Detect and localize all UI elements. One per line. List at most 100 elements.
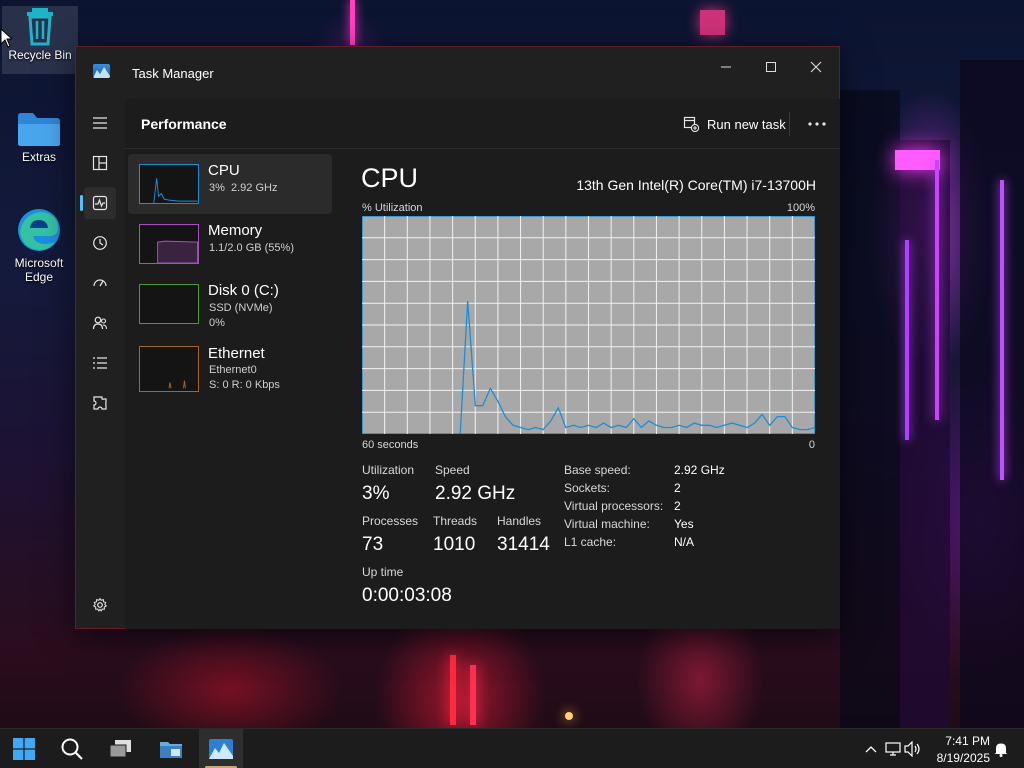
desktop-icon-label: Recycle Bin xyxy=(8,48,72,62)
nav-processes[interactable] xyxy=(84,147,116,179)
resource-detail: 1.1/2.0 GB (55%) xyxy=(209,242,294,254)
uptime-label: Up time xyxy=(362,565,404,579)
desktop-icon-microsoft-edge[interactable]: Microsoft Edge xyxy=(1,206,77,284)
spec-key: Virtual machine: xyxy=(564,517,650,531)
utilization-label: Utilization xyxy=(362,463,415,477)
resource-detail: SSD (NVMe) xyxy=(209,302,273,314)
bell-icon xyxy=(994,743,1008,757)
minimize-icon xyxy=(721,66,731,68)
spec-value: N/A xyxy=(674,535,695,549)
startup-icon xyxy=(93,279,107,287)
close-button[interactable] xyxy=(793,52,839,82)
cpu-utilization-graph xyxy=(362,216,815,434)
cpu-thumbnail-graph xyxy=(139,164,199,204)
cpu-title: CPU xyxy=(361,163,419,193)
task-manager-icon xyxy=(93,64,110,78)
resource-item-memory[interactable]: Memory 1.1/2.0 GB (55%) xyxy=(128,214,332,274)
content-header: Performance Run new task xyxy=(125,99,840,149)
spec-key: L1 cache: xyxy=(564,535,617,549)
volume-button[interactable] xyxy=(904,740,922,758)
nav-app-history[interactable] xyxy=(84,227,116,259)
nav-users[interactable] xyxy=(84,307,116,339)
file-explorer-button[interactable] xyxy=(149,729,193,768)
graph-y-max: 100% xyxy=(786,202,815,214)
resource-name: CPU xyxy=(208,162,240,179)
title-bar[interactable]: Task Manager xyxy=(76,47,839,99)
graph-x-end-label: 0 xyxy=(808,439,815,451)
task-manager-taskbar-button[interactable] xyxy=(199,729,243,768)
history-icon xyxy=(93,236,107,250)
desktop-icon-extras[interactable]: Extras xyxy=(1,110,77,164)
hamburger-icon xyxy=(93,117,107,129)
windows-start-icon xyxy=(13,738,35,760)
run-new-task-label: Run new task xyxy=(707,116,786,132)
network-icon xyxy=(885,742,901,756)
more-options-button[interactable] xyxy=(801,109,833,139)
threads-value: 1010 xyxy=(433,534,476,555)
services-icon xyxy=(93,396,107,410)
folder-icon xyxy=(18,113,60,146)
threads-label: Threads xyxy=(433,514,478,528)
page-title: Performance xyxy=(141,116,227,132)
mouse-cursor-icon xyxy=(0,28,12,48)
tray-clock-date[interactable]: 8/19/2025 xyxy=(928,751,990,765)
spec-value: 2 xyxy=(674,499,681,513)
task-view-icon xyxy=(109,740,131,758)
notifications-button[interactable] xyxy=(992,740,1010,758)
desktop-icon-recycle-bin[interactable]: Recycle Bin xyxy=(2,6,78,74)
uptime-value: 0:00:03:08 xyxy=(362,585,452,606)
cpu-detail-panel: CPU 13th Gen Intel(R) Core(TM) i7-13700H… xyxy=(335,149,840,629)
processes-value: 73 xyxy=(362,534,384,555)
resource-item-ethernet[interactable]: Ethernet Ethernet0 S: 0 R: 0 Kbps xyxy=(128,340,332,400)
show-hidden-icons-button[interactable] xyxy=(862,740,880,758)
recycle-bin-icon xyxy=(27,8,53,46)
graph-x-start-label: 60 seconds xyxy=(362,439,419,451)
nav-services[interactable] xyxy=(84,387,116,419)
handles-label: Handles xyxy=(497,514,542,528)
speed-value: 2.92 GHz xyxy=(435,483,516,504)
search-icon xyxy=(61,738,83,760)
resource-detail-secondary: 0% xyxy=(209,317,225,329)
speaker-icon xyxy=(904,741,920,757)
nav-details[interactable] xyxy=(84,347,116,379)
utilization-value: 3% xyxy=(362,483,390,504)
taskbar: 7:41 PM 8/19/2025 xyxy=(0,728,1024,768)
graph-y-label: % Utilization xyxy=(362,202,423,214)
nav-menu-button[interactable] xyxy=(84,107,116,139)
run-new-task-button[interactable]: Run new task xyxy=(677,109,792,139)
spec-key: Virtual processors: xyxy=(564,499,664,513)
users-icon xyxy=(92,316,108,330)
nav-settings[interactable] xyxy=(84,589,116,621)
performance-content: Performance Run new task CPU 3% 2.92 GHz… xyxy=(125,99,840,629)
resource-name: Ethernet xyxy=(208,345,265,362)
spec-value: 2.92 GHz xyxy=(674,463,725,477)
resource-detail: 3% 2.92 GHz xyxy=(209,182,278,194)
close-icon xyxy=(810,61,822,73)
handles-value: 31414 xyxy=(497,534,550,555)
task-view-button[interactable] xyxy=(99,729,143,768)
edge-icon xyxy=(18,209,60,251)
maximize-icon xyxy=(766,62,776,72)
gear-icon xyxy=(92,597,108,612)
network-button[interactable] xyxy=(884,740,902,758)
start-button[interactable] xyxy=(2,729,46,768)
disk-thumbnail-graph xyxy=(139,284,199,324)
search-button[interactable] xyxy=(50,729,94,768)
tray-clock-time[interactable]: 7:41 PM xyxy=(928,734,990,748)
maximize-button[interactable] xyxy=(748,52,794,82)
cpu-model: 13th Gen Intel(R) Core(TM) i7-13700H xyxy=(576,177,816,193)
run-new-task-icon xyxy=(683,116,699,132)
nav-startup-apps[interactable] xyxy=(84,267,116,299)
header-separator xyxy=(789,112,790,136)
processes-label: Processes xyxy=(362,514,419,528)
window-title: Task Manager xyxy=(132,66,214,81)
resource-item-cpu[interactable]: CPU 3% 2.92 GHz xyxy=(128,154,332,214)
nav-performance[interactable] xyxy=(84,187,116,219)
speed-label: Speed xyxy=(435,463,470,477)
resource-name: Disk 0 (C:) xyxy=(208,282,279,299)
performance-icon xyxy=(92,195,108,211)
resource-item-disk[interactable]: Disk 0 (C:) SSD (NVMe) 0% xyxy=(128,274,332,334)
ethernet-thumbnail-graph xyxy=(139,346,199,392)
details-icon xyxy=(93,357,107,369)
minimize-button[interactable] xyxy=(703,52,749,82)
